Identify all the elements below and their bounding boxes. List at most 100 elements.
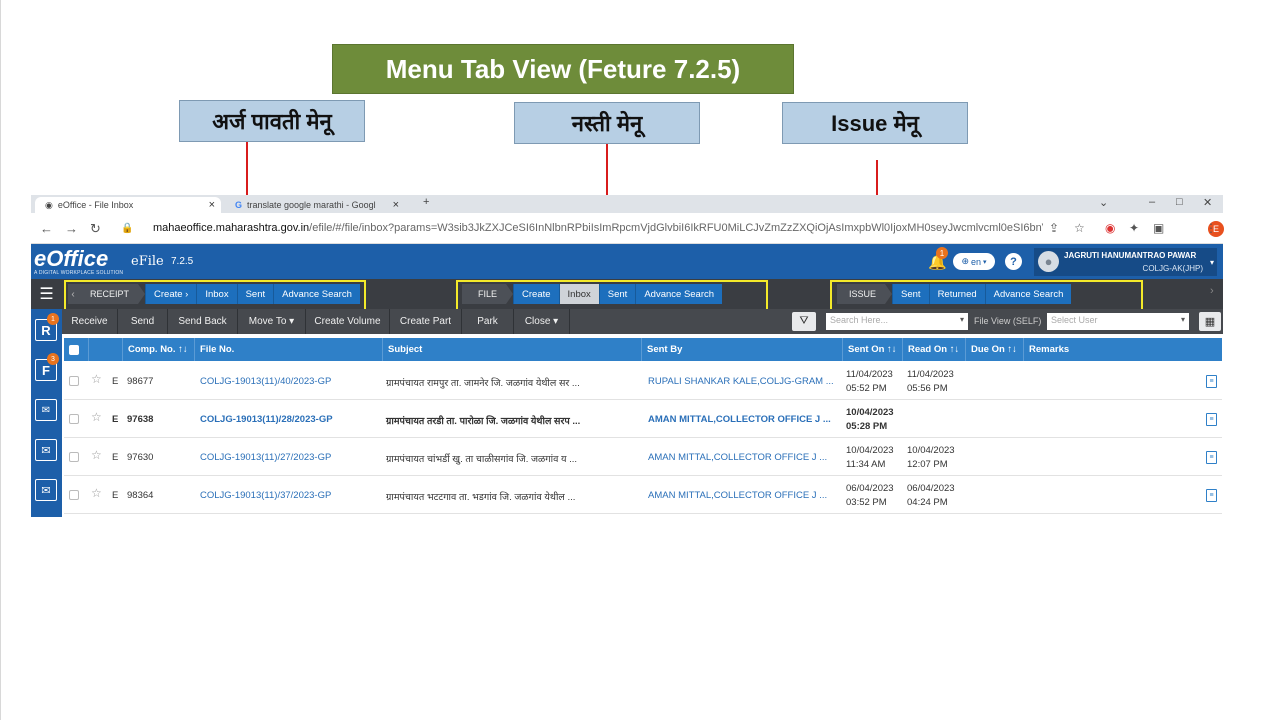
close-window-icon[interactable]: ✕: [1203, 196, 1212, 209]
header-comp-no[interactable]: Comp. No. ↑↓: [122, 338, 194, 361]
close-tab-icon[interactable]: ×: [393, 199, 405, 211]
row-read-time: 05:56 PM: [907, 383, 948, 394]
sidepanel-icon[interactable]: ▣: [1153, 221, 1164, 235]
row-file-no[interactable]: COLJG-19013(11)/40/2023-GP: [200, 376, 331, 387]
extensions-icon[interactable]: ✦: [1129, 221, 1139, 235]
hamburger-menu-icon[interactable]: ☰: [31, 279, 62, 309]
browser-tab-eoffice[interactable]: ◉ eOffice - File Inbox ×: [35, 197, 221, 213]
row-type: E: [112, 414, 119, 425]
row-sent-by: AMAN MITTAL,COLLECTOR OFFICE J ...: [648, 414, 831, 425]
row-comp-no: 98677: [127, 376, 154, 387]
slide-border: [0, 0, 1, 720]
row-subject[interactable]: ग्रामपंचायत भटटगाव ता. भडगांव जि. जळगांव…: [386, 490, 575, 503]
table-row[interactable]: ☆ E 98364 COLJG-19013(11)/37/2023-GP ग्र…: [64, 476, 1222, 514]
help-icon[interactable]: ?: [1005, 253, 1022, 270]
table-row[interactable]: ☆ E 97630 COLJG-19013(11)/27/2023-GP ग्र…: [64, 438, 1222, 476]
row-sent-time: 05:52 PM: [846, 383, 887, 394]
share-icon[interactable]: ⇪: [1049, 221, 1059, 235]
header-spacer: [88, 338, 122, 361]
close-tab-icon[interactable]: ×: [209, 199, 221, 211]
minimize-window-icon[interactable]: –: [1149, 196, 1155, 208]
search-input[interactable]: Search Here... ▾: [826, 313, 968, 330]
url-field[interactable]: mahaeoffice.maharashtra.gov.in/efile/#/f…: [153, 222, 1043, 234]
tab-title: translate google marathi - Googl: [247, 200, 376, 210]
maximize-icon[interactable]: □: [1176, 196, 1183, 208]
send-back-button[interactable]: Send Back: [168, 309, 238, 334]
star-icon[interactable]: ☆: [91, 372, 102, 386]
row-subject[interactable]: ग्रामपंचायत रामपुर ता. जामनेर जि. जळगांव…: [386, 376, 580, 389]
star-icon[interactable]: ☆: [91, 486, 102, 500]
filter-icon[interactable]: ⛛: [792, 312, 816, 331]
row-checkbox[interactable]: [69, 414, 79, 424]
header-remarks[interactable]: Remarks: [1023, 338, 1188, 361]
row-checkbox[interactable]: [69, 452, 79, 462]
eoffice-logo: eOffice: [34, 246, 109, 271]
bookmark-icon[interactable]: ☆: [1074, 221, 1085, 235]
row-read-date: 06/04/2023: [907, 483, 955, 494]
chevron-down-icon: ▾: [1180, 315, 1185, 324]
forward-icon[interactable]: →: [65, 221, 78, 236]
receipt-badge: 1: [47, 313, 59, 325]
calendar-icon[interactable]: ▦: [1199, 312, 1221, 331]
select-user-dropdown[interactable]: Select User ▾: [1047, 313, 1189, 330]
tab-favicon-icon: ◉: [45, 199, 53, 210]
row-sent-by: AMAN MITTAL,COLLECTOR OFFICE J ...: [648, 452, 828, 463]
row-sent-date: 11/04/2023: [846, 369, 893, 380]
header-file-no[interactable]: File No.: [194, 338, 382, 361]
minimize-icon[interactable]: ⌄: [1099, 196, 1108, 209]
select-all-checkbox[interactable]: [69, 345, 79, 355]
row-subject[interactable]: ग्रामपंचायत तरडी ता. पारोळा जि. जळगांव य…: [386, 414, 580, 427]
row-file-no[interactable]: COLJG-19013(11)/28/2023-GP: [200, 414, 333, 425]
create-volume-button[interactable]: Create Volume: [306, 309, 390, 334]
park-button[interactable]: Park: [462, 309, 514, 334]
close-button[interactable]: Close ▾: [514, 309, 570, 334]
row-sent-by: RUPALI SHANKAR KALE,COLJG-GRAM ...: [648, 376, 834, 387]
new-tab-icon[interactable]: +: [423, 196, 429, 208]
notice-mail-icon[interactable]: ✉: [35, 479, 57, 501]
send-button[interactable]: Send: [118, 309, 168, 334]
row-file-no[interactable]: COLJG-19013(11)/27/2023-GP: [200, 452, 331, 463]
browser-tab-google[interactable]: G translate google marathi - Googl ×: [225, 197, 405, 213]
row-file-no[interactable]: COLJG-19013(11)/37/2023-GP: [200, 490, 331, 501]
row-sent-by: AMAN MITTAL,COLLECTOR OFFICE J ...: [648, 490, 828, 501]
header-sent-by[interactable]: Sent By: [641, 338, 842, 361]
receive-button[interactable]: Receive: [62, 309, 118, 334]
slide: Menu Tab View (Feture 7.2.5) अर्ज पावती …: [0, 0, 1280, 720]
document-view-icon[interactable]: ≡: [1206, 413, 1217, 426]
header-read-on[interactable]: Read On ↑↓: [902, 338, 965, 361]
language-select[interactable]: ⊕ en ▾: [953, 253, 995, 270]
row-checkbox[interactable]: [69, 376, 79, 386]
row-read-time: 12:07 PM: [907, 459, 948, 470]
search-placeholder: Search Here...: [830, 315, 889, 325]
row-sent-time: 03:52 PM: [846, 497, 887, 508]
header-sent-on[interactable]: Sent On ↑↓: [842, 338, 902, 361]
document-view-icon[interactable]: ≡: [1206, 375, 1217, 388]
move-to-button[interactable]: Move To ▾: [238, 309, 306, 334]
lock-icon: 🔒: [121, 223, 134, 234]
row-subject[interactable]: ग्रामपंचायत चांभर्डी खु. ता चाळीसगांव जि…: [386, 452, 577, 465]
extension-red-icon[interactable]: ◉: [1105, 221, 1115, 235]
row-checkbox[interactable]: [69, 490, 79, 500]
table-row[interactable]: ☆ E 98677 COLJG-19013(11)/40/2023-GP ग्र…: [64, 362, 1222, 400]
open-mail-icon[interactable]: ✉: [35, 439, 57, 461]
row-sent-date: 06/04/2023: [846, 483, 894, 494]
document-view-icon[interactable]: ≡: [1206, 451, 1217, 464]
dak-mail-icon[interactable]: ✉: [35, 399, 57, 421]
user-menu[interactable]: ● JAGRUTI HANUMANTRAO PAWAR COLJG-AK(JHP…: [1034, 248, 1217, 276]
table-row[interactable]: ☆ E 97638 COLJG-19013(11)/28/2023-GP ग्र…: [64, 400, 1222, 438]
notification-badge: 1: [936, 247, 948, 259]
star-icon[interactable]: ☆: [91, 410, 102, 424]
row-type: E: [112, 376, 119, 387]
back-icon[interactable]: ←: [40, 221, 53, 236]
document-view-icon[interactable]: ≡: [1206, 489, 1217, 502]
more-icon[interactable]: ⋮: [1205, 221, 1217, 235]
header-due-on[interactable]: Due On ↑↓: [965, 338, 1023, 361]
header-subject[interactable]: Subject: [382, 338, 641, 361]
address-bar: ← → ↻ 🔒 mahaeoffice.maharashtra.gov.in/e…: [31, 213, 1224, 244]
action-toolbar: Receive Send Send Back Move To ▾ Create …: [62, 309, 1223, 334]
star-icon[interactable]: ☆: [91, 448, 102, 462]
reload-icon[interactable]: ↻: [90, 221, 101, 237]
create-part-button[interactable]: Create Part: [390, 309, 462, 334]
chevron-down-icon: ▾: [959, 315, 964, 324]
chevron-right-icon[interactable]: ›: [1210, 285, 1214, 297]
